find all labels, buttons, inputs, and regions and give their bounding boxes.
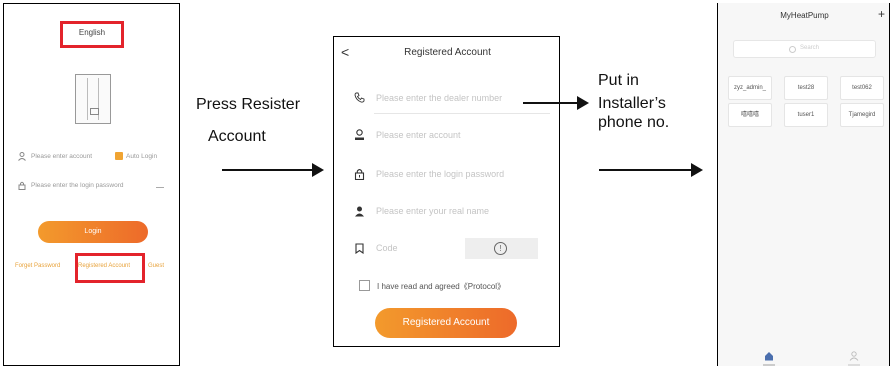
divider (374, 113, 550, 114)
search-bar[interactable]: Search (733, 40, 876, 58)
captcha-box[interactable]: ! (465, 238, 538, 259)
device-tile[interactable]: zyz_admin_ (728, 76, 772, 100)
caption-put-in: Put in (598, 72, 639, 89)
device-tile[interactable]: tuser1 (784, 103, 828, 127)
login-screen: English Please enter account Auto Login … (3, 3, 180, 366)
home-icon[interactable] (764, 351, 774, 361)
dealer-number-input[interactable]: Please enter the dealer number (376, 93, 502, 103)
password-input[interactable]: Please enter the login password (31, 182, 124, 189)
arrow-right-dealer (523, 96, 589, 110)
home-screen: MyHeatPump + Search zyz_admin_ test28 te… (717, 3, 890, 366)
search-input: Search (800, 45, 820, 51)
code-input[interactable]: Code (376, 243, 398, 253)
eye-icon[interactable] (156, 184, 164, 188)
page-title: Registered Account (404, 47, 491, 58)
user-icon (18, 152, 26, 161)
language-selector[interactable]: English (60, 28, 124, 37)
home-tab-label (763, 364, 775, 366)
lock-icon (354, 169, 365, 180)
add-icon[interactable]: + (878, 7, 885, 21)
person-icon (355, 206, 364, 217)
caption-phone-no: phone no. (598, 114, 670, 131)
caption-account: Account (208, 128, 266, 145)
arrow-right-2 (599, 163, 703, 177)
register-screen: < Registered Account Please enter the de… (333, 36, 560, 347)
registered-account-link[interactable]: Registered Account (78, 263, 130, 269)
submit-register-button[interactable]: Registered Account (375, 308, 517, 338)
guest-link[interactable]: Guest (148, 263, 164, 269)
real-name-input[interactable]: Please enter your real name (376, 206, 489, 216)
auto-login-checkbox[interactable] (115, 152, 123, 160)
info-icon: ! (494, 242, 507, 255)
agreement-text: I have read and agreed《Protocol》 (377, 282, 506, 291)
arrow-right-1 (222, 163, 324, 177)
agree-checkbox[interactable] (359, 280, 370, 291)
device-tile[interactable]: 嘻嘻嘻 (728, 103, 772, 127)
account-input[interactable]: Please enter account (376, 130, 461, 140)
heat-pump-image (75, 74, 111, 124)
user-icon (355, 129, 364, 140)
search-icon (789, 46, 796, 53)
lock-icon (18, 181, 26, 190)
login-button[interactable]: Login (38, 221, 148, 243)
profile-icon[interactable] (849, 351, 859, 361)
bookmark-icon (355, 243, 364, 254)
app-title: MyHeatPump (780, 11, 829, 20)
device-tile[interactable]: Tjamegird (840, 103, 884, 127)
caption-press-register: Press Resister (196, 96, 301, 113)
password-input[interactable]: Please enter the login password (376, 169, 504, 179)
forget-password-link[interactable]: Forget Password (15, 263, 60, 269)
phone-icon (354, 92, 365, 103)
device-tile[interactable]: test28 (784, 76, 828, 100)
account-input[interactable]: Please enter account (31, 153, 92, 160)
caption-installers: Installer’s (598, 95, 666, 112)
profile-tab-label (848, 364, 860, 366)
device-tile[interactable]: test062 (840, 76, 884, 100)
auto-login-label: Auto Login (126, 153, 158, 160)
